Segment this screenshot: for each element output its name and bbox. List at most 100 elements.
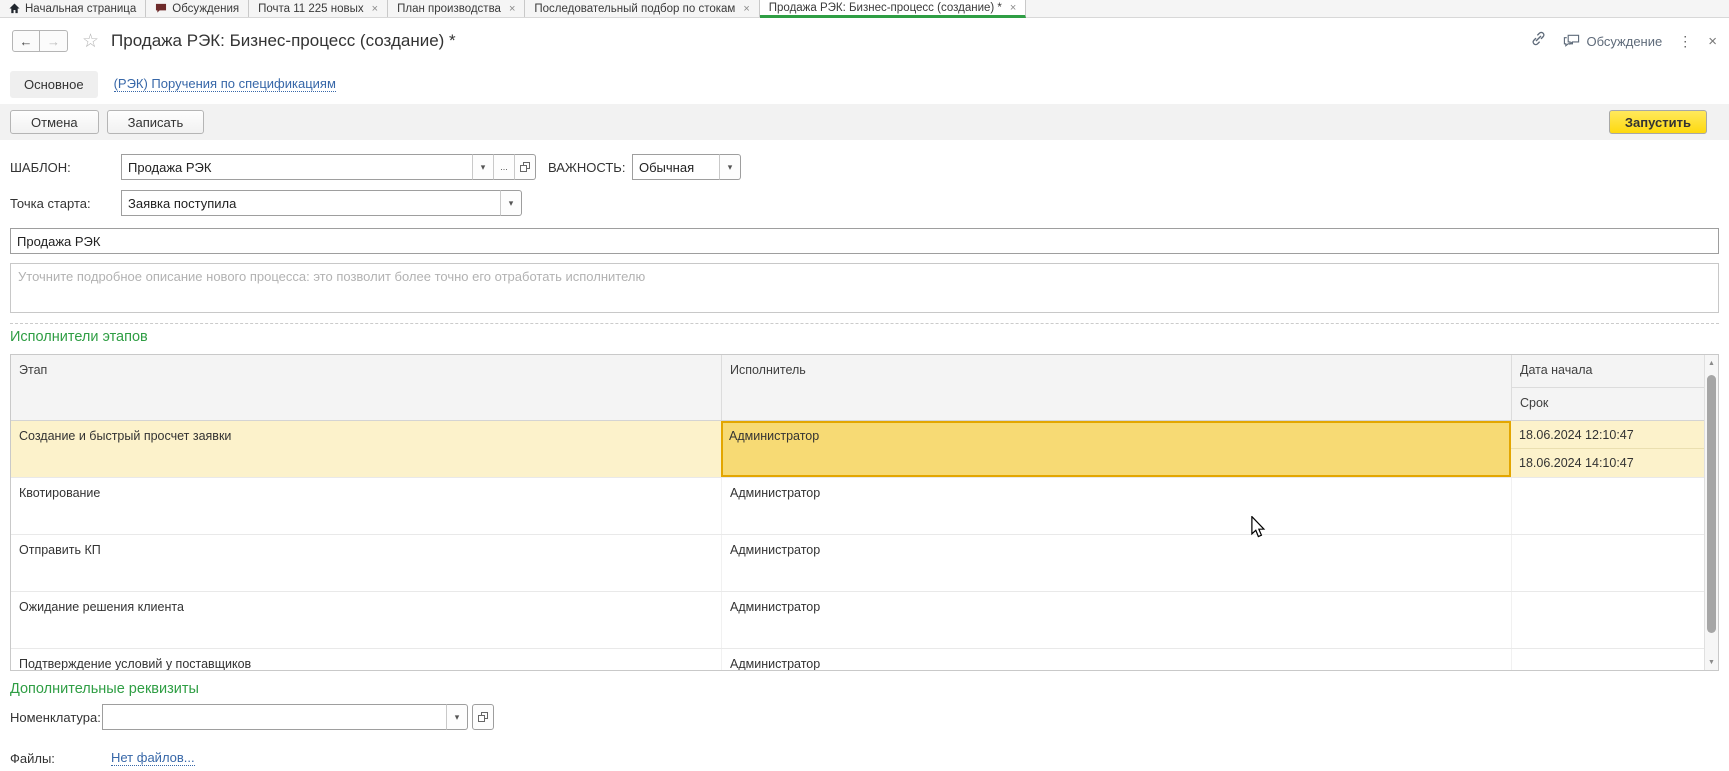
start-button[interactable]: Запустить <box>1609 110 1707 134</box>
dates-cell[interactable] <box>1511 535 1718 591</box>
close-icon[interactable]: × <box>509 3 515 15</box>
back-button[interactable]: ← <box>12 30 40 52</box>
command-bar: Отмена Записать Запустить <box>0 104 1729 140</box>
cancel-button[interactable]: Отмена <box>10 110 99 134</box>
table-row[interactable]: Отправить КП Администратор <box>11 535 1718 592</box>
importance-label: ВАЖНОСТЬ: <box>548 160 632 175</box>
column-header-start-date[interactable]: Дата начала <box>1512 355 1718 388</box>
executor-cell-selected[interactable]: Администратор <box>721 421 1511 477</box>
table-row[interactable]: Квотирование Администратор <box>11 478 1718 535</box>
executor-cell[interactable]: Администратор <box>721 535 1511 591</box>
get-link-icon[interactable] <box>1530 30 1547 52</box>
process-name-input[interactable] <box>10 228 1719 254</box>
discussion-button[interactable]: Обсуждение <box>1563 34 1662 49</box>
tab-label: Почта 11 225 новых <box>258 3 364 15</box>
chat-icon <box>155 3 167 14</box>
start-point-label: Точка старта: <box>10 196 121 211</box>
dates-cell[interactable] <box>1511 592 1718 648</box>
nomenclature-field-group: ▾ <box>102 704 468 730</box>
template-dropdown-icon[interactable]: ▾ <box>472 154 494 180</box>
files-row: Файлы: Нет файлов... <box>10 745 1719 771</box>
nomenclature-label: Номенклатура: <box>10 710 102 725</box>
favorite-star-icon[interactable]: ☆ <box>82 30 99 53</box>
tab-label: План производства <box>397 3 501 15</box>
deadline-value: 18.06.2024 14:10:47 <box>1511 449 1718 477</box>
tab-business-process[interactable]: Продажа РЭК: Бизнес-процесс (создание) *… <box>760 0 1027 18</box>
header-actions: Обсуждение ⋮ × <box>1530 30 1717 52</box>
table-scrollbar[interactable]: ▲ ▼ <box>1704 355 1718 670</box>
nav-specifications-link[interactable]: (РЭК) Поручения по спецификациям <box>114 76 336 92</box>
history-nav: ← → <box>12 30 68 52</box>
stage-cell[interactable]: Отправить КП <box>11 535 721 591</box>
splitter[interactable] <box>10 323 1719 324</box>
scrollbar-thumb[interactable] <box>1707 375 1716 633</box>
template-input[interactable] <box>121 154 473 180</box>
template-row: ШАБЛОН: ▾ ... ВАЖНОСТЬ: ▾ <box>10 154 1719 180</box>
stage-cell[interactable]: Ожидание решения клиента <box>11 592 721 648</box>
app-window: Начальная страница Обсуждения Почта 11 2… <box>0 0 1729 759</box>
start-date-value: 18.06.2024 12:10:47 <box>1511 421 1718 449</box>
tab-bar: Начальная страница Обсуждения Почта 11 2… <box>0 0 1729 18</box>
save-button[interactable]: Записать <box>107 110 205 134</box>
scroll-up-icon[interactable]: ▲ <box>1705 356 1718 370</box>
column-header-deadline[interactable]: Срок <box>1512 388 1718 421</box>
tab-label: Начальная страница <box>25 3 136 15</box>
template-open-icon[interactable] <box>514 154 536 180</box>
executor-cell[interactable]: Администратор <box>721 649 1511 671</box>
start-point-row: Точка старта: ▾ <box>10 190 1719 216</box>
executor-cell[interactable]: Администратор <box>721 592 1511 648</box>
forward-button[interactable]: → <box>40 30 68 52</box>
template-field-group: ▾ ... <box>121 154 536 180</box>
stages-section-title: Исполнители этапов <box>10 329 1719 347</box>
dates-cell[interactable]: 18.06.2024 12:10:47 18.06.2024 14:10:47 <box>1511 421 1718 477</box>
files-label: Файлы: <box>10 751 111 766</box>
nomenclature-row: Номенклатура: ▾ <box>10 704 1719 730</box>
tab-label: Продажа РЭК: Бизнес-процесс (создание) * <box>769 2 1002 14</box>
close-icon[interactable]: × <box>1010 2 1016 14</box>
start-point-dropdown-icon[interactable]: ▾ <box>500 190 522 216</box>
scroll-down-icon[interactable]: ▼ <box>1705 655 1718 669</box>
table-row[interactable]: Ожидание решения клиента Администратор <box>11 592 1718 649</box>
tab-mail[interactable]: Почта 11 225 новых × <box>249 0 388 17</box>
description-textarea[interactable] <box>10 263 1719 313</box>
files-link[interactable]: Нет файлов... <box>111 750 195 766</box>
tab-label: Последовательный подбор по стокам <box>534 3 735 15</box>
form-header: ← → ☆ Продажа РЭК: Бизнес-процесс (созда… <box>0 18 1729 64</box>
table-row[interactable]: Создание и быстрый просчет заявки Админи… <box>11 421 1718 478</box>
executor-cell[interactable]: Администратор <box>721 478 1511 534</box>
close-icon[interactable]: × <box>372 3 378 15</box>
tab-home-page[interactable]: Начальная страница <box>0 0 146 17</box>
template-choose-button[interactable]: ... <box>493 154 515 180</box>
nomenclature-dropdown-icon[interactable]: ▾ <box>446 704 468 730</box>
tab-production-plan[interactable]: План производства × <box>388 0 525 17</box>
more-menu-icon[interactable]: ⋮ <box>1678 33 1692 50</box>
section-nav: Основное (РЭК) Поручения по спецификация… <box>0 64 1729 104</box>
importance-input[interactable] <box>632 154 720 180</box>
home-icon <box>9 3 20 14</box>
nomenclature-open-icon[interactable] <box>472 704 494 730</box>
tab-label: Обсуждения <box>172 3 239 15</box>
stages-table: Этап Исполнитель Дата начала Срок Создан… <box>10 354 1719 671</box>
stage-cell[interactable]: Создание и быстрый просчет заявки <box>11 421 721 477</box>
dates-cell[interactable] <box>1511 478 1718 534</box>
table-row[interactable]: Подтверждение условий у поставщиков Адми… <box>11 649 1718 671</box>
start-point-field-group: ▾ <box>121 190 522 216</box>
close-form-icon[interactable]: × <box>1708 33 1717 50</box>
tab-discussions[interactable]: Обсуждения <box>146 0 249 17</box>
close-icon[interactable]: × <box>743 3 749 15</box>
discussion-label: Обсуждение <box>1586 34 1662 49</box>
column-header-executor[interactable]: Исполнитель <box>721 355 1511 420</box>
stage-cell[interactable]: Квотирование <box>11 478 721 534</box>
column-header-stage[interactable]: Этап <box>11 355 721 420</box>
nav-main-tab[interactable]: Основное <box>10 71 98 98</box>
form-content: ШАБЛОН: ▾ ... ВАЖНОСТЬ: ▾ Точка старта: … <box>0 154 1729 771</box>
nomenclature-input[interactable] <box>102 704 447 730</box>
stage-cell[interactable]: Подтверждение условий у поставщиков <box>11 649 721 671</box>
tab-sequential-stock[interactable]: Последовательный подбор по стокам × <box>525 0 759 17</box>
column-header-dates: Дата начала Срок <box>1511 355 1718 420</box>
dates-cell[interactable] <box>1511 649 1718 671</box>
start-point-input[interactable] <box>121 190 501 216</box>
importance-field-group: ▾ <box>632 154 741 180</box>
template-label: ШАБЛОН: <box>10 160 121 175</box>
importance-dropdown-icon[interactable]: ▾ <box>719 154 741 180</box>
